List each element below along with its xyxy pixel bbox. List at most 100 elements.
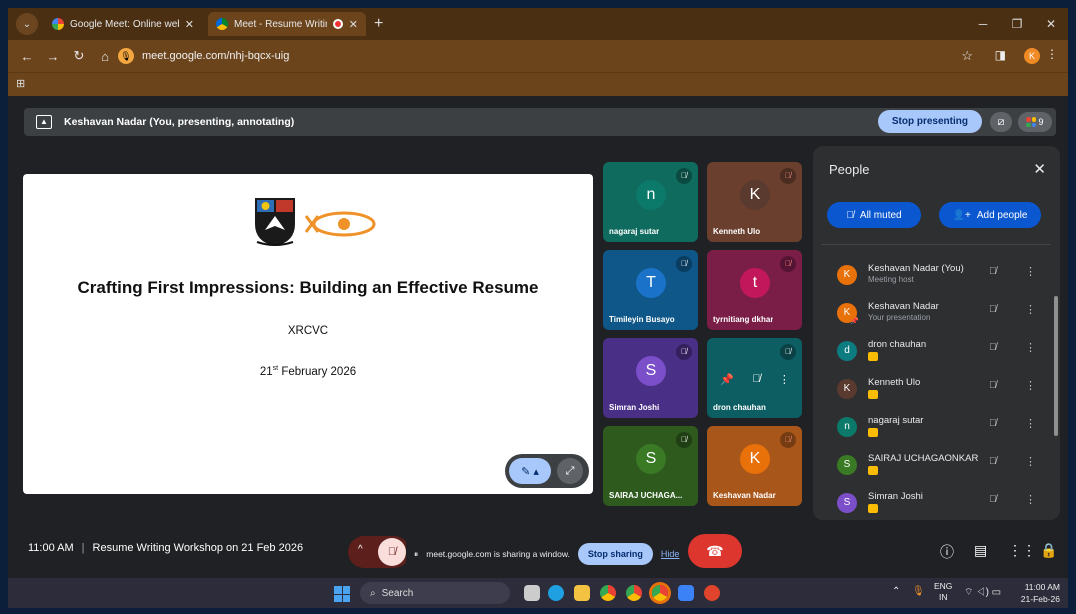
close-tab-icon[interactable]: ✕: [185, 18, 194, 31]
participant-row[interactable]: K Kenneth Ulo 🎙̸ ⋮: [821, 369, 1051, 407]
all-muted-button[interactable]: 🎙̸ All muted: [827, 202, 921, 228]
reload-icon[interactable]: ↻: [66, 48, 92, 64]
chrome-active-icon[interactable]: [652, 585, 668, 601]
chrome-icon[interactable]: [600, 585, 616, 601]
participant-row[interactable]: S SAIRAJ UCHAGAONKAR 🎙̸ ⋮: [821, 445, 1051, 483]
participant-tile[interactable]: 🎙̸ K Keshavan Nadar: [707, 426, 802, 506]
more-options-icon[interactable]: ⋮: [1025, 379, 1036, 392]
language-indicator[interactable]: ENG IN: [934, 581, 952, 603]
window-controls: ─ ❐ ✕: [966, 8, 1068, 40]
file-explorer-icon[interactable]: [574, 585, 590, 601]
chevron-up-icon[interactable]: ^: [358, 544, 363, 555]
participant-row[interactable]: S Simran Joshi 🎙̸ ⋮: [821, 483, 1051, 520]
url-text[interactable]: meet.google.com/nhj-bqcx-uig: [142, 50, 289, 62]
restore-icon[interactable]: ❐: [1000, 8, 1034, 40]
lang-top: ENG: [934, 581, 953, 591]
more-options-icon[interactable]: ⋮: [1025, 455, 1036, 468]
tab-meet-resume[interactable]: Meet - Resume Writing Wo ✕: [208, 12, 366, 36]
participant-tile[interactable]: 🎙̸ t tyrnitiang dkhar: [707, 250, 802, 330]
bookmark-star-icon[interactable]: ☆: [961, 48, 973, 64]
meeting-details-icon[interactable]: ⓘ: [940, 542, 954, 562]
task-view-icon[interactable]: [524, 585, 540, 601]
participant-name: Timileyin Busayo: [609, 315, 675, 324]
windows-start-icon[interactable]: [334, 586, 350, 602]
site-info-icon[interactable]: 🎙: [118, 48, 134, 64]
annotate-pen-icon[interactable]: ✎ ▴: [509, 458, 551, 484]
address-bar[interactable]: 🎙 meet.google.com/nhj-bqcx-uig: [118, 44, 998, 68]
add-people-button[interactable]: 👤+ Add people: [939, 202, 1041, 228]
add-person-icon: 👤+: [952, 209, 971, 221]
participants-button[interactable]: 9: [1018, 112, 1052, 132]
activities-icon[interactable]: ⋮⋮: [1008, 542, 1036, 559]
participant-tile[interactable]: 🎙̸ S Simran Joshi: [603, 338, 698, 418]
all-muted-label: All muted: [859, 209, 902, 221]
mic-off-icon[interactable]: 🎙̸: [989, 418, 997, 429]
apps-grid-icon[interactable]: ⊞: [16, 77, 25, 90]
hide-self-view-icon[interactable]: ⧄: [990, 112, 1012, 132]
browser-menu-icon[interactable]: ⋮: [1046, 47, 1058, 61]
participant-tile[interactable]: 🎙̸ T Timileyin Busayo: [603, 250, 698, 330]
mic-off-icon: 🎙̸: [676, 432, 692, 448]
taskbar-clock[interactable]: 11:00 AM 21-Feb-26: [1021, 581, 1060, 605]
mic-off-icon[interactable]: 🎙̸: [989, 494, 997, 505]
side-panel-icon[interactable]: ◨: [995, 48, 1006, 62]
meeting-info: 11:00 AM | Resume Writing Workshop on 21…: [28, 542, 303, 554]
forward-icon[interactable]: →: [40, 49, 66, 64]
mic-tray-icon[interactable]: 🎙: [912, 586, 925, 597]
leave-call-button[interactable]: ☎: [688, 534, 742, 568]
chrome-profile-icon[interactable]: [626, 585, 642, 601]
participant-tile[interactable]: 🎙̸ S SAIRAJ UCHAGA...: [603, 426, 698, 506]
badge-icon: [868, 352, 878, 361]
edge-icon[interactable]: [548, 585, 564, 601]
mic-off-icon[interactable]: 🎙̸: [378, 538, 406, 566]
app-icon[interactable]: [704, 585, 720, 601]
panel-scrollbar[interactable]: [1054, 296, 1058, 436]
close-panel-icon[interactable]: ✕: [1033, 160, 1046, 178]
participant-row[interactable]: K 📌 Keshavan Nadar Your presentation 🎙̸ ⋮: [821, 293, 1051, 331]
more-options-icon[interactable]: ⋮: [1025, 417, 1036, 430]
participant-tile[interactable]: 🎙̸ K Kenneth Ulo: [707, 162, 802, 242]
close-window-icon[interactable]: ✕: [1034, 8, 1068, 40]
chat-icon[interactable]: ▤: [974, 542, 987, 559]
mic-control[interactable]: ^ 🎙̸: [348, 536, 410, 568]
store-icon[interactable]: [678, 585, 694, 601]
pin-icon[interactable]: 📌: [720, 373, 734, 386]
tab-google-meet[interactable]: Google Meet: Online web and v ✕: [44, 12, 202, 36]
profile-avatar[interactable]: K: [1024, 48, 1040, 64]
avatar: S: [837, 493, 857, 513]
separator: |: [81, 542, 85, 554]
stop-presenting-button[interactable]: Stop presenting: [877, 110, 982, 133]
back-icon[interactable]: ←: [14, 49, 40, 64]
participant-name: dron chauhan: [713, 403, 766, 412]
stop-sharing-button[interactable]: Stop sharing: [577, 543, 653, 565]
new-tab-button[interactable]: +: [374, 15, 383, 33]
mic-off-icon[interactable]: 🎙̸: [989, 266, 997, 277]
tab-search-icon[interactable]: ⌄: [16, 13, 38, 35]
home-icon[interactable]: ⌂: [92, 49, 118, 64]
participant-tile[interactable]: 🎙̸ n nagaraj sutar: [603, 162, 698, 242]
network-volume-battery-icons[interactable]: ⌔ ◁) ▭: [964, 586, 1001, 599]
more-options-icon[interactable]: ⋮: [1025, 341, 1036, 354]
participant-row[interactable]: K Keshavan Nadar (You) Meeting host 🎙̸ ⋮: [821, 255, 1051, 293]
participant-row[interactable]: n nagaraj sutar 🎙̸ ⋮: [821, 407, 1051, 445]
tile-more-icon[interactable]: ⋮: [779, 373, 790, 386]
more-options-icon[interactable]: ⋮: [1025, 265, 1036, 278]
mic-off-icon[interactable]: 🎙̸: [989, 380, 997, 391]
more-options-icon[interactable]: ⋮: [1025, 493, 1036, 506]
participant-row[interactable]: d dron chauhan 🎙̸ ⋮: [821, 331, 1051, 369]
participant-list[interactable]: K Keshavan Nadar (You) Meeting host 🎙̸ ⋮ K 📌 Ke…: [821, 244, 1051, 520]
taskbar-search[interactable]: ⌕ Search: [360, 582, 510, 604]
host-controls-icon[interactable]: 🔒: [1040, 542, 1057, 559]
mic-off-icon[interactable]: 🎙̸: [989, 456, 997, 467]
close-tab-icon[interactable]: ✕: [349, 18, 358, 31]
show-hidden-icons[interactable]: ⌃: [892, 586, 900, 597]
mic-off-icon[interactable]: 🎙̸: [989, 342, 997, 353]
avatar: K: [837, 379, 857, 399]
more-options-icon[interactable]: ⋮: [1025, 303, 1036, 316]
minimize-icon[interactable]: ─: [966, 8, 1000, 40]
expand-icon[interactable]: ⤢: [557, 458, 583, 484]
mute-participant-icon[interactable]: 🎙̸: [752, 373, 760, 385]
hide-banner-link[interactable]: Hide: [661, 549, 680, 559]
presentation-audio-off-icon[interactable]: 🎙̸: [989, 304, 997, 315]
participant-tile[interactable]: 🎙̸ 📌 🎙̸ ⋮ dron chauhan: [707, 338, 802, 418]
